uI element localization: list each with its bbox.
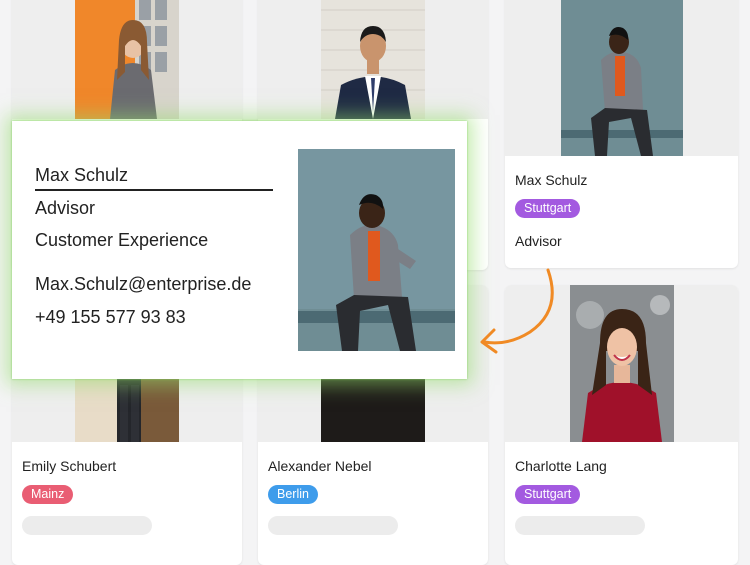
employee-photo [321,0,425,119]
role-placeholder [22,516,152,535]
employee-photo [569,285,674,442]
card-info: Charlotte Lang Stuttgart [505,442,738,565]
role-placeholder [268,516,398,535]
employee-photo [75,0,179,119]
card-info: Emily Schubert Mainz [12,442,242,565]
name-underline [35,189,273,191]
photo-area [505,0,738,156]
pointer-arrow-icon [480,268,554,354]
popup-phone[interactable]: +49 155 577 93 83 [35,307,186,328]
location-tag[interactable]: Mainz [22,485,74,504]
employee-name: Alexander Nebel [268,458,372,474]
employee-photo [560,0,683,156]
employee-card[interactable]: Max Schulz Stuttgart Advisor [505,0,738,268]
popup-title: Advisor [35,198,96,218]
employee-role: Advisor [515,233,562,249]
popup-photo [298,149,455,351]
location-tag[interactable]: Stuttgart [515,485,581,504]
photo-area [12,0,242,119]
location-tag[interactable]: Stuttgart [515,199,581,218]
employee-name: Max Schulz [515,172,588,188]
business-card-popup: Max Schulz Advisor Customer Experience M… [12,121,467,379]
employee-name: Charlotte Lang [515,458,607,474]
card-info: Max Schulz Stuttgart Advisor [505,156,738,268]
popup-email[interactable]: Max.Schulz@enterprise.de [35,274,251,295]
role-placeholder [515,516,645,535]
popup-name: Max Schulz [35,165,129,185]
card-info: Alexander Nebel Berlin [258,442,488,565]
photo-area [258,0,488,119]
location-tag[interactable]: Berlin [268,485,318,504]
employee-name: Emily Schubert [22,458,117,474]
popup-department: Customer Experience [35,230,209,250]
